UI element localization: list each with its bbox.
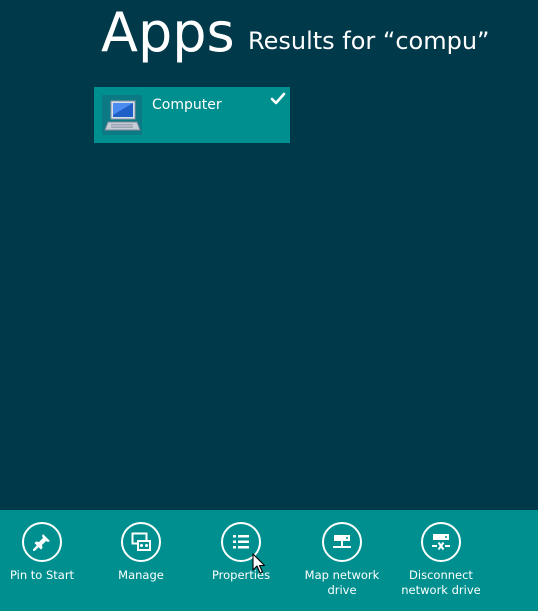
checkmark-icon bbox=[270, 91, 286, 107]
mouse-cursor-icon bbox=[252, 553, 266, 579]
properties-label: Properties bbox=[211, 568, 271, 582]
disconnect-network-drive-button[interactable]: Disconnect network drive bbox=[396, 522, 486, 598]
pin-to-start-button[interactable]: Pin to Start bbox=[0, 522, 87, 583]
map-network-drive-icon bbox=[322, 522, 362, 562]
page-title: Apps bbox=[101, 1, 235, 64]
result-tile-computer[interactable]: Computer bbox=[94, 87, 290, 143]
map-network-drive-button[interactable]: Map network drive bbox=[297, 522, 387, 598]
result-tile-label: Computer bbox=[152, 97, 222, 113]
computer-icon bbox=[102, 95, 142, 135]
manage-button[interactable]: Manage bbox=[96, 522, 186, 583]
properties-button[interactable]: Properties bbox=[196, 522, 286, 583]
map-network-drive-label: Map network drive bbox=[304, 568, 380, 597]
search-results-label: Results for “compu” bbox=[248, 27, 490, 55]
app-bar: Pin to Start Manage Properties Map netwo… bbox=[0, 510, 538, 611]
pin-icon bbox=[22, 522, 62, 562]
manage-icon bbox=[121, 522, 161, 562]
disconnect-network-drive-label: Disconnect network drive bbox=[401, 568, 481, 597]
pin-to-start-label: Pin to Start bbox=[9, 568, 75, 582]
manage-label: Manage bbox=[118, 568, 164, 582]
disconnect-network-drive-icon bbox=[421, 522, 461, 562]
